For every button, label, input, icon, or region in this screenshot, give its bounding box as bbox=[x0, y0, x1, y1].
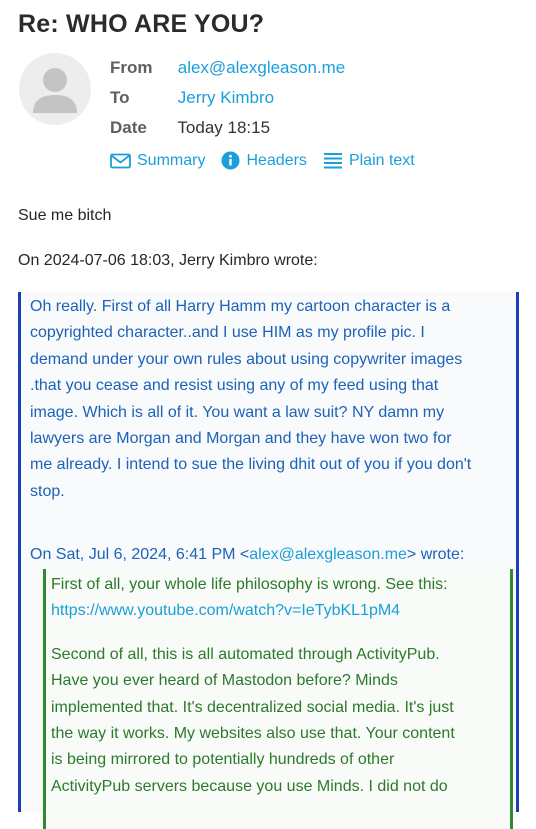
quoted-line: stop. bbox=[30, 482, 65, 500]
quoted-line: copyrighted character..and I use HIM as … bbox=[30, 324, 425, 342]
sender-avatar bbox=[19, 53, 91, 125]
date-value: Today 18:15 bbox=[177, 118, 271, 137]
tab-plain-text[interactable]: Plain text bbox=[323, 151, 415, 170]
nested-quoted-line: Have you ever heard of Mastodon before? … bbox=[51, 672, 398, 690]
from-address-link[interactable]: alex@alexgleason.me bbox=[178, 58, 346, 77]
quoted-line: lawyers are Morgan and Morgan and they h… bbox=[30, 430, 452, 448]
tab-summary-label: Summary bbox=[137, 151, 206, 169]
attribution-suffix: > wrote: bbox=[406, 546, 465, 563]
nested-quoted-line: is being mirrored to potentially hundred… bbox=[51, 751, 395, 769]
to-recipient-link[interactable]: Jerry Kimbro bbox=[178, 88, 274, 107]
quoted-line: Oh really. First of all Harry Hamm my ca… bbox=[30, 298, 451, 315]
reply-text: Sue me bitch bbox=[18, 207, 112, 224]
quoted-message: Oh really. First of all Harry Hamm my ca… bbox=[18, 292, 519, 829]
tab-summary[interactable]: Summary bbox=[110, 151, 205, 170]
date-row: Date Today 18:15 bbox=[110, 118, 270, 138]
date-label: Date bbox=[110, 118, 147, 137]
nested-quote-attribution: On Sat, Jul 6, 2024, 6:41 PM <alex@alexg… bbox=[30, 546, 464, 564]
to-row: To Jerry Kimbro bbox=[110, 88, 274, 108]
nested-quoted-line: First of all, your whole life philosophy… bbox=[51, 576, 448, 593]
nested-quoted-line: Second of all, this is all automated thr… bbox=[51, 645, 440, 663]
view-tabs: Summary Headers Plain text bbox=[110, 151, 431, 170]
attribution-email-link[interactable]: alex@alexgleason.me bbox=[249, 546, 407, 563]
message-subject: Re: WHO ARE YOU? bbox=[18, 10, 265, 38]
lines-icon bbox=[323, 153, 342, 169]
tab-headers-label: Headers bbox=[246, 151, 307, 169]
quoted-message-text: Oh really. First of all Harry Hamm my ca… bbox=[30, 294, 515, 505]
tab-plain-text-label: Plain text bbox=[348, 151, 415, 169]
nested-quoted-message: First of all, your whole life philosophy… bbox=[43, 569, 513, 829]
quoted-line: image. Which is all of it. You want a la… bbox=[30, 403, 445, 421]
info-icon bbox=[221, 151, 240, 170]
from-label: From bbox=[110, 58, 153, 77]
from-row: From alex@alexgleason.me bbox=[110, 58, 345, 78]
youtube-link[interactable]: https://www.youtube.com/watch?v=IeTybKL1… bbox=[51, 598, 507, 624]
nested-quoted-paragraph: Second of all, this is all automated thr… bbox=[51, 642, 507, 800]
tab-headers[interactable]: Headers bbox=[221, 151, 307, 170]
nested-quoted-text: First of all, your whole life philosophy… bbox=[51, 572, 507, 800]
person-icon bbox=[33, 68, 77, 113]
to-label: To bbox=[110, 88, 130, 107]
nested-quoted-line: implemented that. It's decentralized soc… bbox=[51, 698, 454, 716]
quoted-line: me already. I intend to sue the living d… bbox=[30, 456, 472, 474]
quoted-line: demand under your own rules about using … bbox=[30, 350, 463, 368]
quote-attribution: On 2024-07-06 18:03, Jerry Kimbro wrote: bbox=[18, 252, 318, 269]
attribution-prefix: On Sat, Jul 6, 2024, 6:41 PM < bbox=[30, 546, 250, 563]
nested-quoted-line: the way it works. My websites also use t… bbox=[51, 725, 455, 743]
envelope-icon bbox=[110, 153, 131, 168]
quoted-line: .that you cease and resist using any of … bbox=[30, 377, 439, 395]
nested-quoted-line: ActivityPub servers because you use Mind… bbox=[51, 777, 448, 795]
